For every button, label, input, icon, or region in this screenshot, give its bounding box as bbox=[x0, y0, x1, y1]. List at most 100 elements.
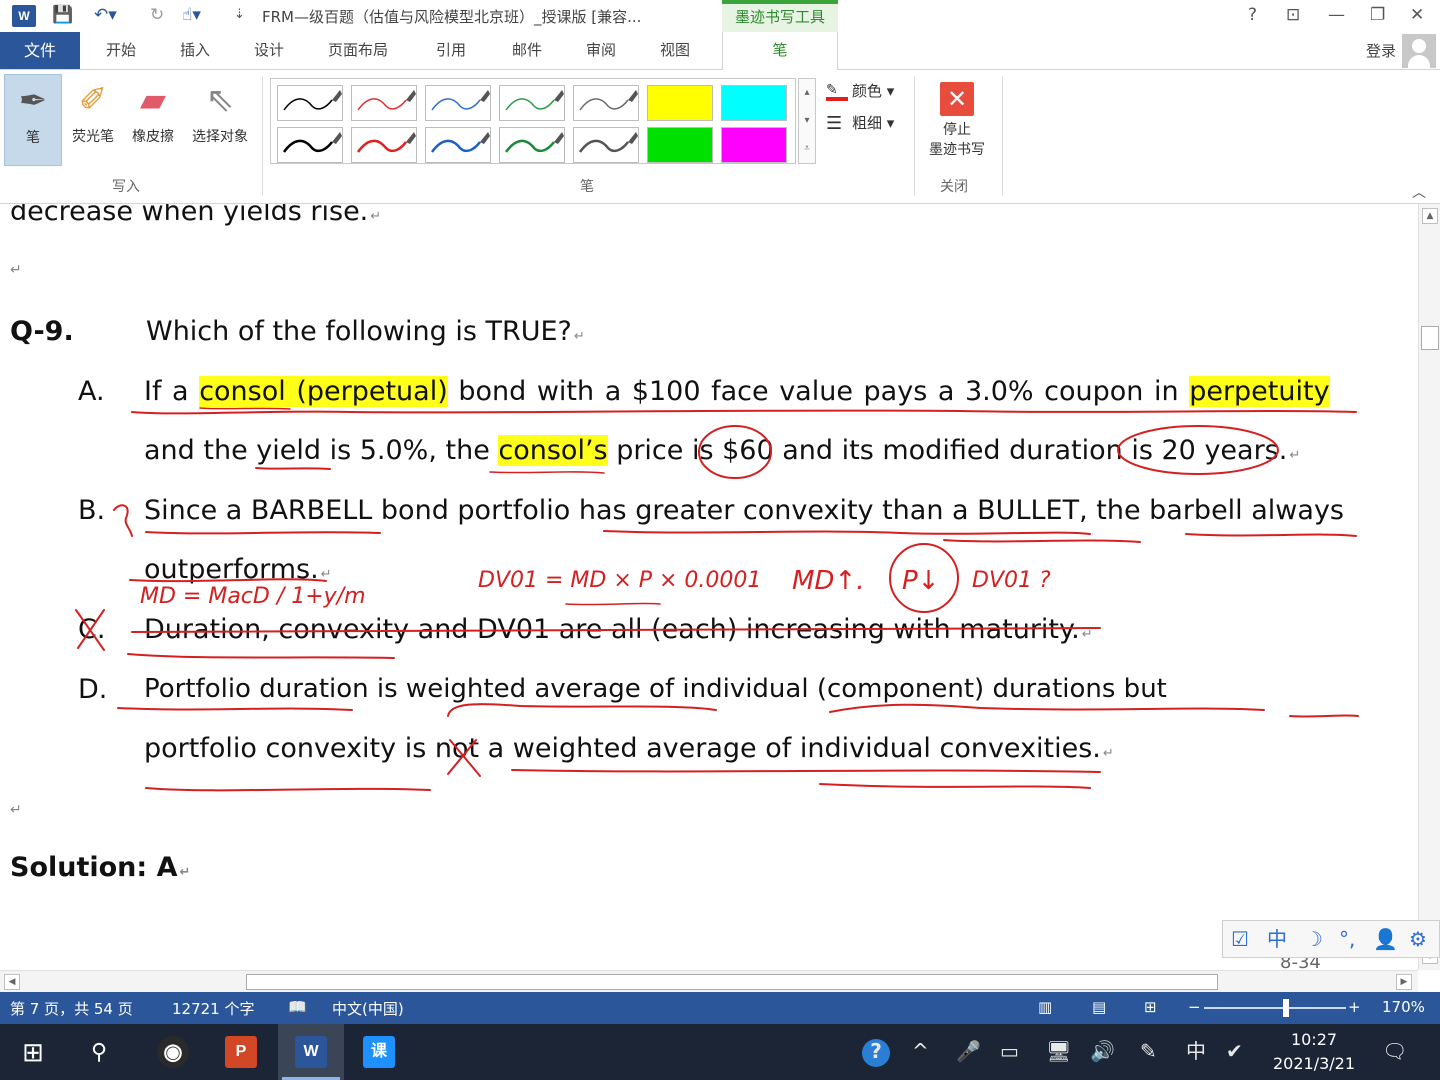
tab-view[interactable]: 视图 bbox=[660, 32, 690, 69]
tab-references[interactable]: 引用 bbox=[436, 32, 466, 69]
pen-style-swatch[interactable] bbox=[351, 85, 417, 121]
highlighter-tool-button[interactable]: ✐ 荧光笔 bbox=[64, 74, 122, 166]
ribbon: ✒ 笔 ✐ 荧光笔 ▰ 橡皮擦 ⇖ 选择对象 写入 ▴ ▾ ⩡ ✎ 颜色 ▾ ☰ 粗细 … bbox=[0, 70, 1440, 204]
option-b-label: B. bbox=[78, 495, 106, 526]
print-layout-icon[interactable]: ▤ bbox=[1092, 998, 1106, 1016]
zoom-slider[interactable] bbox=[1204, 1007, 1346, 1009]
pen-style-swatch[interactable] bbox=[351, 127, 417, 163]
highlighter-swatch[interactable] bbox=[721, 127, 787, 163]
touch-mode-icon[interactable]: ☝▾ bbox=[182, 4, 201, 26]
customize-qat-icon[interactable]: ⇣ bbox=[234, 4, 245, 26]
restore-icon[interactable]: ❐ bbox=[1370, 4, 1385, 26]
taskbar-app-obs[interactable]: ◉ bbox=[140, 1024, 206, 1080]
pen-workspace-icon[interactable]: ✎ bbox=[1140, 1039, 1157, 1063]
undo-icon[interactable]: ↶▾ bbox=[94, 4, 117, 26]
pen-style-swatch[interactable] bbox=[499, 85, 565, 121]
tab-home[interactable]: 开始 bbox=[106, 32, 136, 69]
scroll-up-icon[interactable]: ▲ bbox=[1422, 208, 1438, 224]
vertical-scroll-thumb[interactable] bbox=[1421, 326, 1439, 350]
language-indicator[interactable]: 中文(中国) bbox=[332, 998, 404, 1019]
tab-mailings[interactable]: 邮件 bbox=[512, 32, 542, 69]
document-page[interactable]: decrease when yields rise. ↵ ↵ Q-9. Which… bbox=[0, 204, 1418, 970]
zoom-out-button[interactable]: − bbox=[1188, 998, 1201, 1016]
search-button[interactable]: ⚲ bbox=[66, 1024, 132, 1080]
show-hidden-icons[interactable]: ^ bbox=[912, 1039, 929, 1063]
close-icon[interactable]: ✕ bbox=[1410, 4, 1424, 26]
read-mode-icon[interactable]: ▥ bbox=[1038, 998, 1052, 1016]
checkmark-tray-icon[interactable]: ✔ bbox=[1226, 1039, 1243, 1063]
tab-file[interactable]: 文件 bbox=[0, 32, 80, 69]
pen-style-swatch[interactable] bbox=[277, 127, 343, 163]
ime-punctuation-icon[interactable]: °, bbox=[1339, 927, 1355, 951]
tab-review[interactable]: 审阅 bbox=[586, 32, 616, 69]
pen-color-dropdown[interactable]: ✎ 颜色 ▾ bbox=[826, 80, 894, 101]
scroll-right-icon[interactable]: ▶ bbox=[1396, 974, 1412, 990]
page-count[interactable]: 第 7 页，共 54 页 bbox=[10, 998, 133, 1019]
select-objects-label: 选择对象 bbox=[192, 129, 248, 145]
tab-pens[interactable]: 笔 bbox=[722, 32, 838, 70]
pen-style-swatch[interactable] bbox=[573, 85, 639, 121]
redo-icon[interactable]: ↻ bbox=[150, 4, 164, 26]
ime-settings-icon[interactable]: ⚙ bbox=[1409, 927, 1427, 951]
taskbar-app-powerpoint[interactable]: P bbox=[208, 1024, 274, 1080]
proofing-icon[interactable]: 📖 bbox=[288, 998, 307, 1016]
question-text: Which of the following is TRUE? ↵ bbox=[146, 316, 585, 347]
microphone-icon[interactable]: 🎤 bbox=[956, 1039, 981, 1063]
notification-center-icon[interactable]: 🗨 bbox=[1382, 1039, 1407, 1063]
battery-icon[interactable]: ▭ bbox=[1000, 1039, 1019, 1063]
paragraph-mark: ↵ bbox=[10, 262, 22, 278]
ribbon-display-options-icon[interactable]: ⊡ bbox=[1286, 4, 1300, 26]
eraser-tool-button[interactable]: ▰ 橡皮擦 bbox=[124, 74, 182, 166]
tab-insert[interactable]: 插入 bbox=[180, 32, 210, 69]
highlighter-swatch[interactable] bbox=[721, 85, 787, 121]
word-count[interactable]: 12721 个字 bbox=[172, 998, 255, 1019]
save-icon[interactable]: 💾 bbox=[52, 4, 73, 26]
pen-style-swatch[interactable] bbox=[425, 85, 491, 121]
handwritten-note-md-formula: MD = MacD / 1+y/m bbox=[140, 584, 366, 609]
network-icon[interactable]: 🖥 bbox=[1046, 1039, 1071, 1063]
avatar[interactable] bbox=[1402, 34, 1436, 68]
web-layout-icon[interactable]: ⊞ bbox=[1144, 998, 1157, 1016]
highlighter-swatch[interactable] bbox=[647, 127, 713, 163]
clock[interactable]: 10:27 2021/3/21 bbox=[1262, 1028, 1366, 1076]
pen-gallery[interactable] bbox=[270, 78, 796, 164]
tab-page-layout[interactable]: 页面布局 bbox=[328, 32, 388, 69]
taskbar-app-word[interactable]: W bbox=[278, 1024, 344, 1080]
ime-checkbox-icon[interactable]: ☑ bbox=[1231, 927, 1249, 951]
select-objects-button[interactable]: ⇖ 选择对象 bbox=[184, 74, 256, 166]
collapse-ribbon-icon[interactable]: ︿ bbox=[1412, 182, 1426, 202]
pen-style-swatch[interactable] bbox=[573, 127, 639, 163]
question-label: Q-9. bbox=[10, 316, 74, 347]
zoom-level[interactable]: 170% bbox=[1382, 998, 1425, 1016]
zoom-slider-thumb[interactable] bbox=[1283, 999, 1289, 1017]
horizontal-scroll-thumb[interactable] bbox=[246, 974, 1218, 990]
word-app-icon[interactable]: W bbox=[12, 5, 36, 27]
ribbon-tab-row: 文件 开始 插入 设计 页面布局 引用 邮件 审阅 视图 笔 登录 bbox=[0, 32, 1440, 70]
stop-inking-button[interactable]: ✕ 停止 墨迹书写 bbox=[920, 74, 994, 160]
minimize-icon[interactable]: — bbox=[1328, 4, 1345, 26]
scroll-left-icon[interactable]: ◀ bbox=[4, 974, 20, 990]
gallery-scroll[interactable]: ▴ ▾ ⩡ bbox=[798, 78, 816, 164]
help-icon[interactable]: ? bbox=[1248, 4, 1257, 26]
tab-design[interactable]: 设计 bbox=[254, 32, 284, 69]
start-button[interactable]: ⊞ bbox=[0, 1024, 66, 1080]
zoom-in-button[interactable]: + bbox=[1348, 998, 1361, 1016]
ime-user-icon[interactable]: 👤 bbox=[1373, 927, 1398, 951]
vertical-scrollbar[interactable]: ▲ ▼ bbox=[1418, 204, 1440, 970]
ime-halfwidth-icon[interactable]: ☽ bbox=[1305, 927, 1323, 951]
option-a-label: A. bbox=[78, 376, 105, 407]
pen-style-swatch[interactable] bbox=[499, 127, 565, 163]
pen-thickness-dropdown[interactable]: ☰ 粗细 ▾ bbox=[826, 112, 894, 133]
volume-icon[interactable]: 🔊 bbox=[1090, 1039, 1115, 1063]
ime-chinese-mode-icon[interactable]: 中 bbox=[1267, 927, 1287, 951]
horizontal-scrollbar[interactable]: ◀ ▶ bbox=[0, 970, 1418, 992]
sign-in-link[interactable]: 登录 bbox=[1366, 40, 1396, 61]
pen-tool-button[interactable]: ✒ 笔 bbox=[4, 74, 62, 166]
input-method-indicator[interactable]: 中 bbox=[1186, 1039, 1206, 1063]
help-tray-icon[interactable]: ? bbox=[862, 1039, 890, 1067]
highlighter-swatch[interactable] bbox=[647, 85, 713, 121]
pen-style-swatch[interactable] bbox=[277, 85, 343, 121]
stop-inking-label-1: 停止 bbox=[943, 122, 971, 138]
pen-style-swatch[interactable] bbox=[425, 127, 491, 163]
taskbar-app-ketang[interactable]: 课 bbox=[346, 1024, 412, 1080]
